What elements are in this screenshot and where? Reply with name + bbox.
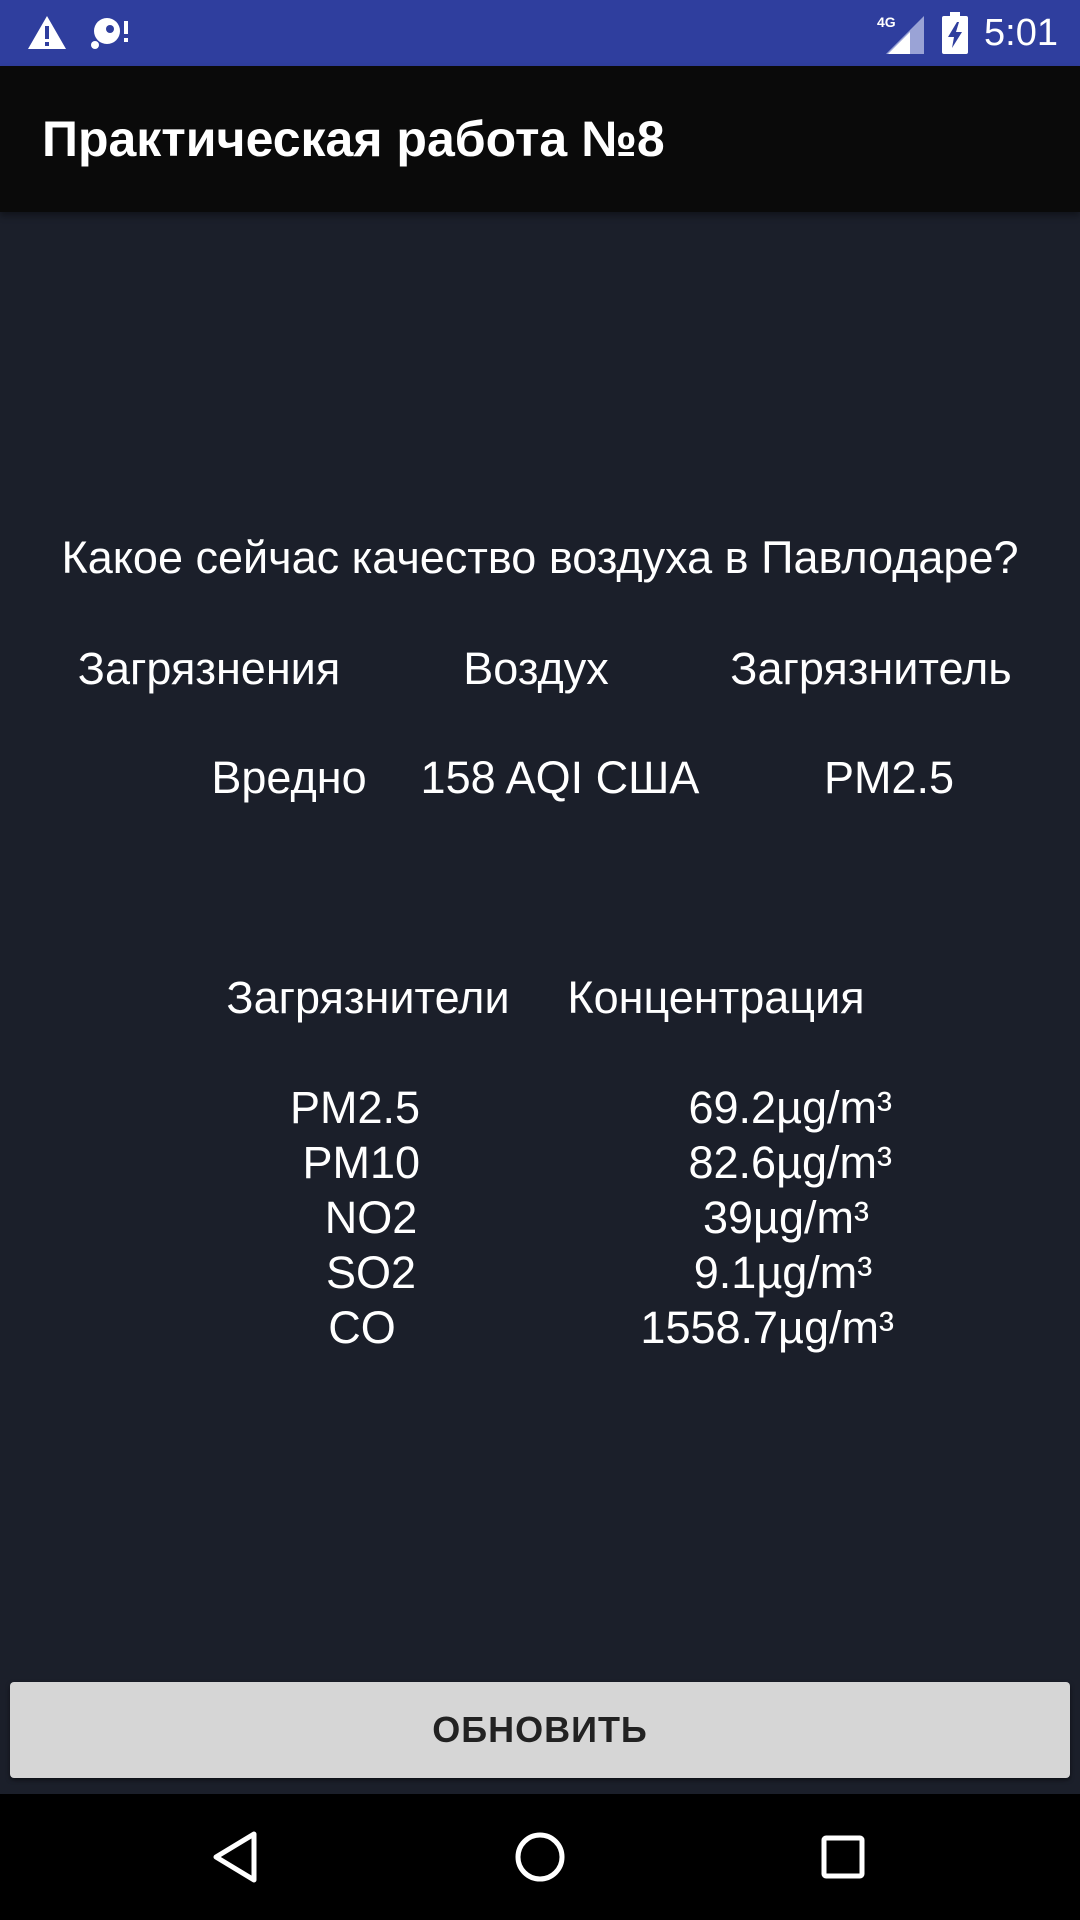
header-pollutant: Загрязнитель — [730, 643, 1012, 694]
pollutant-name: PM10 — [302, 1137, 420, 1188]
navigation-bar — [0, 1794, 1080, 1920]
pollutant-name: PM2.5 — [289, 1082, 420, 1133]
question-text: Какое сейчас качество воздуха в Павлодар… — [61, 532, 1019, 583]
signal-icon: 4G — [877, 14, 924, 54]
value-aqi: 158 AQI США — [420, 752, 700, 803]
header-pollution: Загрязнения — [77, 643, 341, 694]
page-title: Практическая работа №8 — [42, 111, 665, 167]
pollutant-name: CO — [328, 1302, 396, 1353]
recents-icon[interactable] — [806, 1820, 880, 1894]
header-air: Воздух — [463, 643, 609, 694]
pollutant-concentration: 9.1µg/m³ — [693, 1247, 873, 1298]
warning-icon — [28, 16, 66, 49]
pollutant-name: SO2 — [325, 1247, 417, 1298]
pollutant-concentration: 39µg/m³ — [703, 1192, 869, 1243]
pollutant-concentration: 82.6µg/m³ — [688, 1137, 892, 1188]
value-main-pollutant: PM2.5 — [823, 752, 955, 803]
pollutant-concentration: 1558.7µg/m³ — [640, 1302, 894, 1353]
status-bar: 4G 5:01 — [0, 0, 1080, 66]
back-icon[interactable] — [200, 1820, 274, 1894]
status-clock: 5:01 — [984, 12, 1058, 54]
header-concentration: Концентрация — [567, 972, 865, 1023]
refresh-button[interactable]: ОБНОВИТЬ — [10, 1682, 1070, 1778]
pollutant-name: NO2 — [324, 1192, 418, 1243]
pollutant-concentration: 69.2µg/m³ — [688, 1082, 892, 1133]
app-bar: Практическая работа №8 — [0, 66, 1080, 212]
battery-charging-icon — [942, 12, 968, 54]
value-pollution-level: Вредно — [211, 752, 367, 803]
network-type-label: 4G — [877, 14, 896, 30]
header-pollutants: Загрязнители — [226, 972, 510, 1023]
home-icon[interactable] — [503, 1820, 577, 1894]
sd-card-icon — [91, 18, 128, 49]
